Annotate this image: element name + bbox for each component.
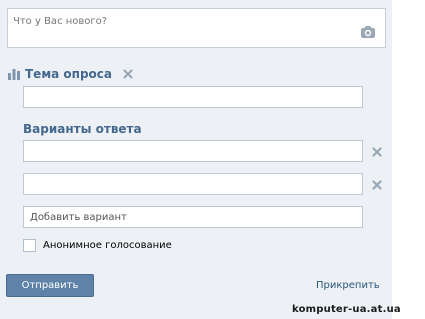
remove-answer-2-icon[interactable] [372, 180, 382, 190]
watermark: komputer-ua.at.ua [292, 304, 401, 315]
poll-bars-icon [8, 69, 20, 80]
add-option-input[interactable]: Добавить вариант [23, 206, 363, 228]
close-icon[interactable] [123, 69, 133, 79]
anonymous-checkbox[interactable] [23, 239, 36, 252]
answers-title: Варианты ответа [23, 122, 142, 136]
poll-header: Тема опроса [8, 66, 133, 82]
poll-title: Тема опроса [25, 67, 112, 81]
poll-topic-input[interactable] [23, 86, 363, 108]
add-option-placeholder: Добавить вариант [30, 212, 127, 223]
answer-input-2[interactable] [23, 173, 363, 195]
anonymous-label[interactable]: Анонимное голосование [43, 240, 172, 251]
answer-input-1[interactable] [23, 140, 363, 162]
post-composer-panel: Что у Вас нового? Тема опроса Варианты о… [0, 0, 392, 319]
post-placeholder: Что у Вас нового? [13, 16, 108, 27]
remove-answer-1-icon[interactable] [372, 147, 382, 157]
send-button[interactable]: Отправить [6, 274, 94, 297]
camera-icon[interactable] [360, 25, 376, 39]
attach-link[interactable]: Прикрепить [316, 280, 380, 291]
post-input[interactable]: Что у Вас нового? [7, 8, 386, 48]
page-margin [392, 0, 425, 319]
